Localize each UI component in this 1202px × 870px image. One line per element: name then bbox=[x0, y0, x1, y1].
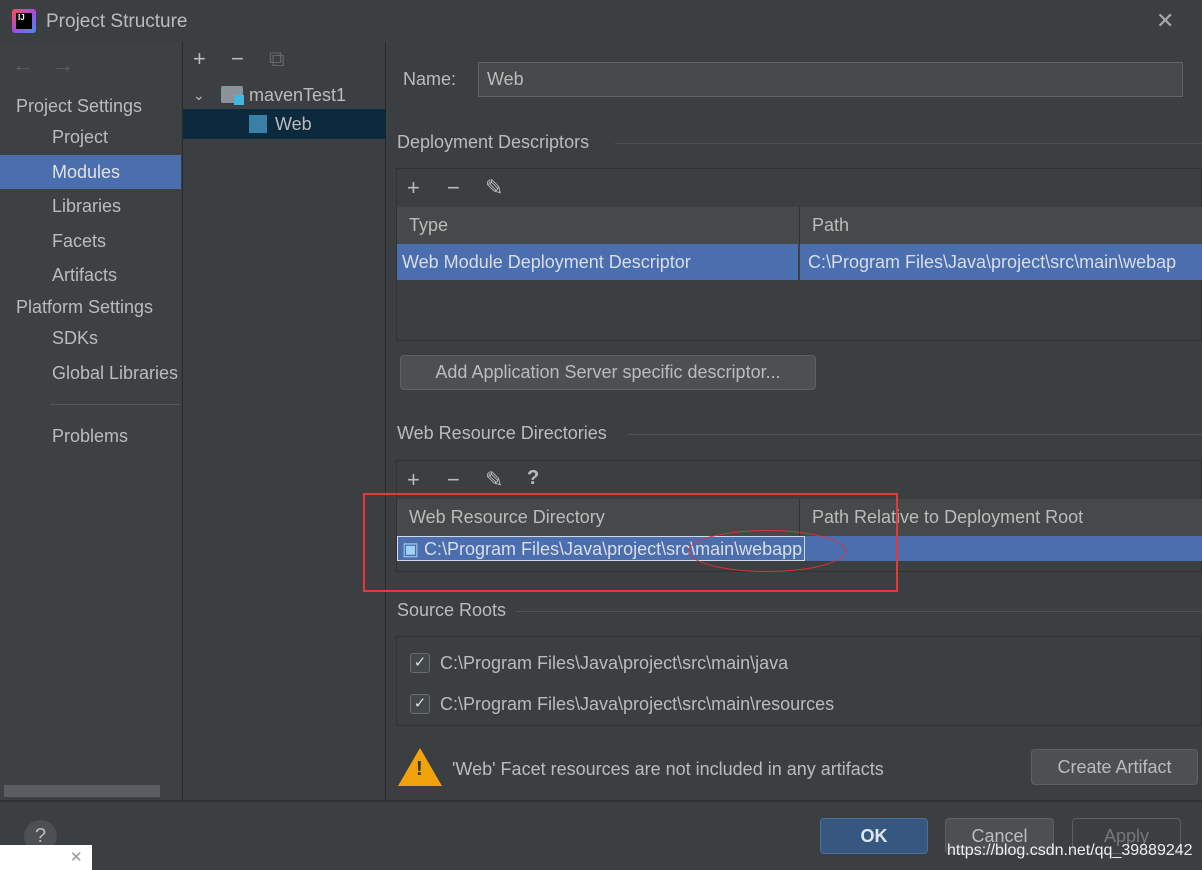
close-icon[interactable]: ✕ bbox=[1156, 8, 1174, 34]
help-icon[interactable]: ? bbox=[527, 467, 539, 490]
source-root-path: C:\Program Files\Java\project\src\main\j… bbox=[440, 653, 789, 673]
module-folder-icon bbox=[221, 86, 244, 105]
divider bbox=[627, 434, 1202, 435]
tree-item-maventest1[interactable]: ⌄ mavenTest1 bbox=[183, 80, 386, 110]
sidebar-item-project[interactable]: Project bbox=[0, 120, 181, 154]
intellij-logo-icon: IJ bbox=[12, 9, 36, 33]
watermark: https://blog.csdn.net/qq_39889242 bbox=[947, 842, 1193, 859]
sidebar-item-modules[interactable]: Modules bbox=[0, 155, 181, 189]
sidebar-item-global-libraries[interactable]: Global Libraries bbox=[0, 356, 181, 390]
web-facet-icon bbox=[249, 115, 267, 133]
column-header-path[interactable]: Path bbox=[800, 207, 1202, 244]
deployment-descriptors-title: Deployment Descriptors bbox=[397, 132, 590, 152]
platform-settings-header: Platform Settings bbox=[16, 297, 154, 317]
warning-message: 'Web' Facet resources are not included i… bbox=[452, 759, 884, 779]
close-icon[interactable]: ✕ bbox=[70, 848, 83, 866]
remove-icon[interactable]: − bbox=[447, 175, 460, 201]
module-tree: + − ⧉ ⌄ mavenTest1 Web bbox=[182, 42, 386, 800]
sidebar-item-artifacts[interactable]: Artifacts bbox=[0, 258, 181, 292]
annotation-ellipse bbox=[688, 530, 846, 572]
remove-icon[interactable]: − bbox=[447, 467, 460, 493]
remove-icon[interactable]: − bbox=[231, 46, 244, 72]
web-resource-directories-title: Web Resource Directories bbox=[397, 423, 607, 443]
window-title: Project Structure bbox=[46, 11, 188, 32]
divider bbox=[615, 143, 1202, 144]
column-header-type[interactable]: Type bbox=[397, 207, 800, 244]
add-icon[interactable]: + bbox=[407, 175, 420, 201]
add-icon[interactable]: + bbox=[193, 46, 206, 72]
table-cell[interactable]: C:\Program Files\Java\project\src\main\w… bbox=[800, 244, 1202, 280]
source-root-checkbox[interactable]: ✓ bbox=[410, 653, 430, 673]
chevron-down-icon[interactable]: ⌄ bbox=[193, 80, 205, 110]
create-artifact-button[interactable]: Create Artifact bbox=[1031, 749, 1198, 785]
project-settings-header: Project Settings bbox=[16, 96, 143, 116]
edit-icon[interactable]: ✎ bbox=[485, 467, 503, 493]
add-icon[interactable]: + bbox=[407, 467, 420, 493]
ok-button[interactable]: OK bbox=[820, 818, 928, 854]
copy-icon[interactable]: ⧉ bbox=[269, 46, 285, 72]
edit-icon[interactable]: ✎ bbox=[485, 175, 503, 201]
sidebar-item-sdks[interactable]: SDKs bbox=[0, 321, 181, 355]
name-label: Name: bbox=[403, 69, 457, 89]
table-cell[interactable]: Web Module Deployment Descriptor bbox=[397, 244, 798, 280]
deployment-descriptors-panel: + − ✎ Type Path Web Module Deployment De… bbox=[396, 168, 1202, 341]
back-icon[interactable]: ← bbox=[12, 52, 34, 78]
source-root-checkbox[interactable]: ✓ bbox=[410, 694, 430, 714]
tree-item-web[interactable]: Web bbox=[183, 109, 386, 139]
tree-label: mavenTest1 bbox=[249, 85, 347, 105]
divider bbox=[516, 611, 1202, 612]
source-roots-title: Source Roots bbox=[397, 600, 507, 620]
name-input[interactable] bbox=[478, 62, 1183, 97]
sidebar-item-problems[interactable]: Problems bbox=[0, 419, 181, 453]
sidebar-scrollbar[interactable] bbox=[4, 785, 160, 797]
forward-icon[interactable]: → bbox=[52, 52, 74, 78]
overlay-popup: ✕ bbox=[0, 845, 92, 870]
source-root-path: C:\Program Files\Java\project\src\main\r… bbox=[440, 694, 835, 714]
warning-icon: ! bbox=[398, 748, 442, 786]
sidebar-item-libraries[interactable]: Libraries bbox=[0, 189, 181, 223]
sidebar-item-facets[interactable]: Facets bbox=[0, 224, 181, 258]
source-roots-panel: ✓ C:\Program Files\Java\project\src\main… bbox=[396, 636, 1202, 726]
divider bbox=[50, 404, 181, 405]
tree-label: Web bbox=[275, 114, 312, 134]
add-server-descriptor-button[interactable]: Add Application Server specific descript… bbox=[400, 355, 816, 390]
